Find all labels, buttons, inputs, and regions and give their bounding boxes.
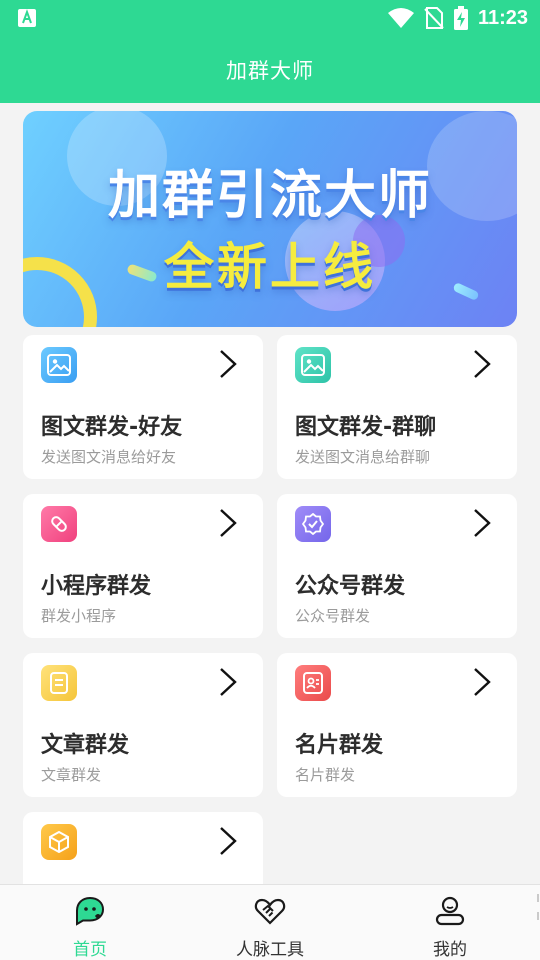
wifi-icon (387, 8, 414, 28)
bottom-tab-bar: 首页 人脉工具 我的 (0, 884, 540, 960)
tab-home-label: 首页 (73, 940, 107, 960)
chevron-right-icon (220, 350, 237, 378)
chevron-right-icon (474, 509, 491, 537)
status-time: 11:23 (477, 6, 528, 29)
feature-card-official-account[interactable]: 公众号群发 公众号群发 (277, 494, 517, 638)
page-title: 加群大师 (226, 58, 314, 83)
feature-title: 公众号群发 (295, 574, 406, 599)
mini-program-icon (41, 506, 77, 542)
feature-title: 名片群发 (295, 733, 384, 758)
feature-title: 文章群发 (41, 733, 130, 758)
contact-card-icon (295, 665, 331, 701)
article-icon (41, 665, 77, 701)
chevron-right-icon (220, 668, 237, 696)
image-icon (295, 347, 331, 383)
status-bar: 11:23 (0, 0, 540, 36)
feature-card-mini-program[interactable]: 小程序群发 群发小程序 (23, 494, 263, 638)
chevron-right-icon (220, 827, 237, 855)
tab-mine[interactable]: 我的 (390, 885, 510, 960)
app-bar: 加群大师 (0, 36, 540, 103)
tab-mine-label: 我的 (433, 940, 467, 960)
feature-subtitle: 发送图文消息给好友 (41, 448, 177, 466)
home-chat-icon (76, 896, 105, 926)
battery-charging-icon (453, 6, 468, 30)
banner-headline: 加群引流大师 (107, 166, 432, 226)
tab-home[interactable]: 首页 (30, 885, 150, 960)
feature-subtitle: 发送图文消息给群聊 (295, 448, 431, 466)
package-icon (41, 824, 77, 860)
feature-title: 小程序群发 (41, 574, 152, 599)
banner-subheadline: 全新上线 (164, 238, 376, 296)
no-sim-icon (424, 7, 444, 29)
handshake-heart-icon (254, 898, 286, 925)
feature-subtitle: 群发小程序 (41, 607, 117, 625)
chevron-right-icon (474, 350, 491, 378)
user-profile-icon (435, 896, 465, 926)
edge-indicator (537, 894, 539, 920)
chevron-right-icon (220, 509, 237, 537)
notification-app-icon (18, 9, 36, 27)
promo-banner[interactable]: 加群引流大师 全新上线 (23, 111, 517, 327)
image-icon (41, 347, 77, 383)
feature-card-image-text-friends[interactable]: 图文群发-好友 发送图文消息给好友 (23, 335, 263, 479)
feature-subtitle: 名片群发 (295, 766, 356, 784)
feature-card-article[interactable]: 文章群发 文章群发 (23, 653, 263, 797)
verified-badge-icon (295, 506, 331, 542)
feature-card-image-text-groups[interactable]: 图文群发-群聊 发送图文消息给群聊 (277, 335, 517, 479)
feature-title: 图文群发-好友 (41, 415, 183, 440)
chevron-right-icon (474, 668, 491, 696)
feature-subtitle: 公众号群发 (295, 607, 371, 625)
feature-subtitle: 文章群发 (41, 766, 102, 784)
tab-contacts-tools-label: 人脉工具 (236, 940, 304, 960)
tab-contacts-tools[interactable]: 人脉工具 (210, 885, 330, 960)
feature-card-contact-card[interactable]: 名片群发 名片群发 (277, 653, 517, 797)
feature-title: 图文群发-群聊 (295, 415, 437, 440)
